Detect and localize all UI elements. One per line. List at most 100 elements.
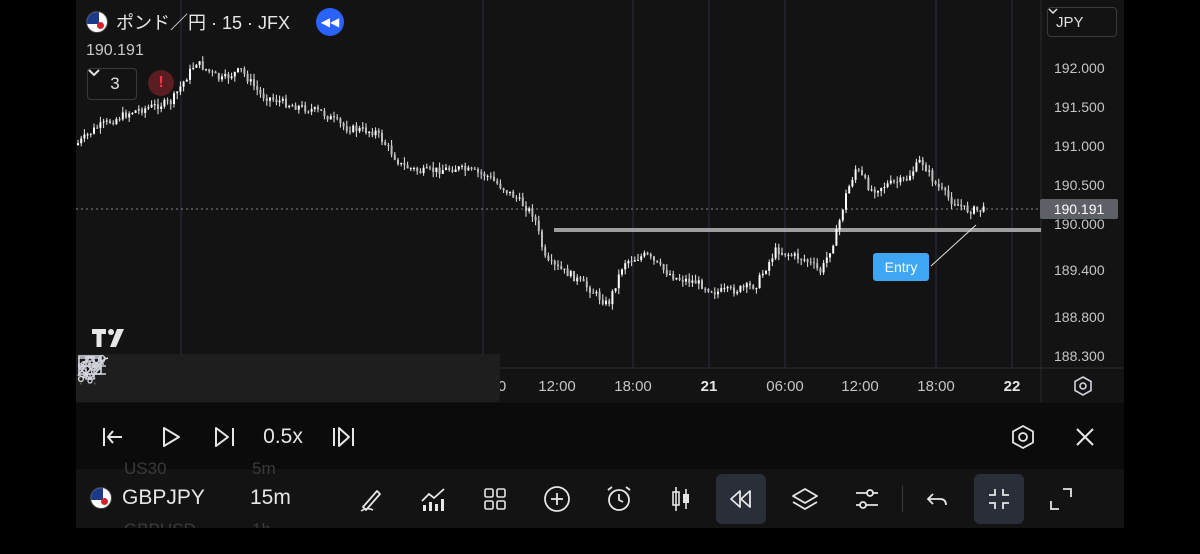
candle-body [800,259,803,260]
candle-body [425,167,428,169]
gbp-flag-icon [90,487,112,509]
drawing-brush-icon[interactable] [346,474,396,524]
indicators-toggle-button[interactable]: 3 [87,68,137,100]
fullscreen-icon[interactable] [1036,474,1086,524]
candle-body [406,165,409,169]
candle-body [585,281,588,288]
candle-body [841,209,844,221]
currency-value: JPY [1056,13,1084,31]
trend-line-tool-icon[interactable] [77,354,294,402]
candle-body [979,210,982,212]
candle-body [957,204,959,206]
candle-body [617,274,620,289]
header-last-price: 190.191 [86,42,144,59]
candle-body [134,110,137,113]
candle-body [77,143,79,145]
candle-body [528,208,531,212]
candle-body [752,285,755,289]
fib-retracement-tool-icon[interactable] [78,354,343,402]
candle-body [457,166,460,170]
candle-body [336,117,339,119]
candle-body [477,169,479,173]
candle-body [653,256,655,261]
drawing-toolbar[interactable]: ⋮⋮ [76,354,500,402]
arrow-up-tool-icon[interactable] [78,354,441,402]
alarm-clock-icon[interactable] [594,474,644,524]
candle-body [147,107,150,109]
arrow-down-tool-icon[interactable] [78,354,490,402]
gbp-flag-icon [86,11,108,33]
candle-body [118,119,121,121]
undo-icon[interactable] [912,474,962,524]
interval-selector[interactable]: 15m [250,486,291,510]
replay-mode-icon[interactable] [716,474,766,524]
axis-settings-hexagon-icon[interactable] [1071,374,1095,398]
candle-body [771,258,774,262]
candle-body [246,73,249,82]
polyline-tool-icon[interactable] [77,354,245,402]
candle-body [605,300,607,305]
candle-body [601,299,604,305]
current-price-tag: 190.191 [1040,199,1118,219]
candle-body [249,79,252,82]
indicators-icon[interactable] [408,474,458,524]
chart-canvas[interactable] [76,0,1124,402]
candle-body [512,191,515,198]
candle-body [333,116,335,118]
candle-body [573,271,575,282]
ghost-interval-top: 5m [252,459,276,478]
candle-body [595,291,598,294]
chart-area[interactable]: ポンド／円 · 15 · JFX ◀◀ 190.191 3 ! JPY 192.… [76,0,1124,402]
time-tick: 22 [1003,378,1021,395]
ray-tool-icon[interactable] [78,354,196,402]
candle-body [125,112,127,118]
candle-body [137,109,140,111]
candle-body [352,125,355,133]
replay-controls-bar: 0.5x [76,403,1124,469]
layers-icon[interactable] [780,474,830,524]
play-icon[interactable] [156,423,186,451]
collapse-icon[interactable] [974,474,1024,524]
jump-to-start-icon[interactable] [98,423,128,451]
candle-body [861,170,863,175]
candle-body [576,277,579,282]
candle-body [912,171,915,176]
layout-grid-icon[interactable] [470,474,520,524]
candle-body [509,191,511,193]
entry-label[interactable]: Entry [873,253,929,281]
time-tick: 12:00 [538,378,576,395]
replay-rewind-icon[interactable]: ◀◀ [316,8,345,36]
replay-settings-hexagon-icon[interactable] [1008,423,1038,451]
candle-body [374,130,377,136]
candle-body [611,291,614,305]
candle-body [243,68,246,74]
jump-to-realtime-icon[interactable] [328,423,358,451]
candle-body [694,280,697,284]
replay-speed-button[interactable]: 0.5x [260,423,306,451]
step-forward-icon[interactable] [210,423,240,451]
add-circle-icon[interactable] [532,474,582,524]
settings-sliders-icon[interactable] [842,474,892,524]
candle-body [262,93,265,99]
candle-body [681,279,684,282]
candle-body [160,106,163,109]
price-tick: 191.500 [1054,99,1105,115]
candle-body [643,252,646,257]
alert-icon[interactable]: ! [148,70,174,96]
currency-select[interactable]: JPY [1047,7,1117,37]
candle-body [393,154,396,160]
text-note-tool-icon[interactable] [78,354,392,402]
candle-body [240,68,243,70]
time-tick: 12:00 [841,378,879,395]
symbol-selector[interactable]: GBPJPY [90,486,205,510]
candle-body [208,69,211,72]
candle-body [905,178,908,181]
candle-series [77,56,985,310]
symbol-header[interactable]: ポンド／円 · 15 · JFX ◀◀ [86,8,345,36]
candle-body [592,292,595,294]
candle-body [813,262,815,264]
candle-body [131,112,134,114]
close-icon[interactable] [1070,423,1100,451]
time-tick: 21 [700,378,718,395]
candle-type-icon[interactable] [656,474,706,524]
